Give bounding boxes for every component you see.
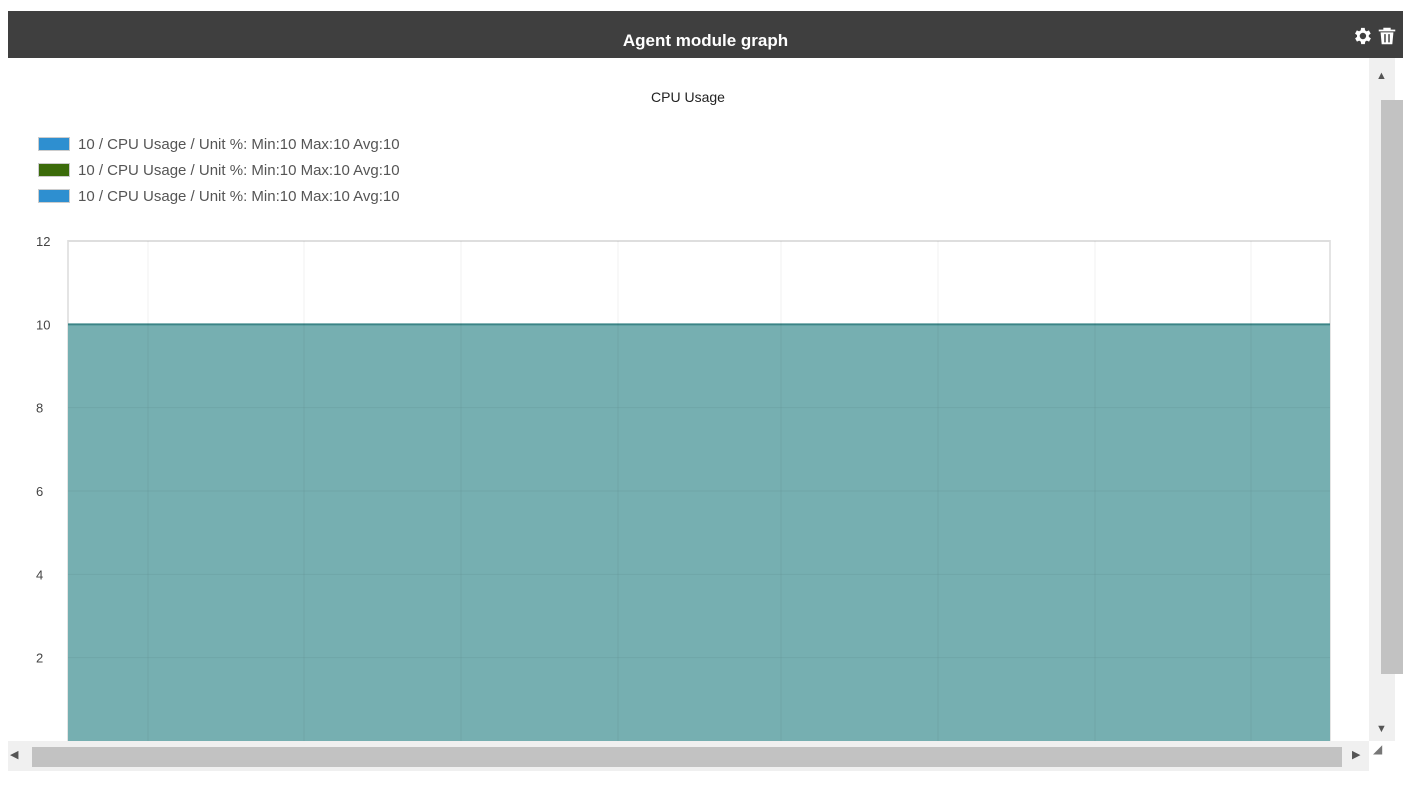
agent-module-graph-widget: Agent module graph CPU Usage 10 / CPU Us… bbox=[8, 11, 1403, 771]
scroll-up-arrow-icon[interactable]: ▲ bbox=[1376, 70, 1387, 82]
scroll-down-arrow-icon[interactable]: ▼ bbox=[1376, 723, 1387, 735]
y-tick-label: 10 bbox=[36, 317, 50, 332]
vertical-scroll-thumb[interactable] bbox=[1381, 100, 1403, 674]
scroll-left-arrow-icon[interactable]: ◀ bbox=[10, 748, 18, 761]
y-tick-label: 6 bbox=[36, 484, 43, 499]
trash-icon[interactable] bbox=[1376, 25, 1398, 47]
gear-icon[interactable] bbox=[1351, 25, 1373, 47]
widget-titlebar: Agent module graph bbox=[8, 11, 1403, 58]
scroll-right-arrow-icon[interactable]: ▶ bbox=[1352, 748, 1360, 761]
y-tick-label: 4 bbox=[36, 567, 43, 582]
y-tick-label: 12 bbox=[36, 234, 50, 249]
y-tick-label: 8 bbox=[36, 401, 43, 416]
chart-plot: 2 4 6 8 10 12 bbox=[36, 234, 1331, 741]
resize-grip-icon[interactable]: ◢ bbox=[1373, 742, 1382, 756]
horizontal-scroll-thumb[interactable] bbox=[32, 747, 1342, 767]
widget-content: CPU Usage 10 / CPU Usage / Unit %: Min:1… bbox=[8, 58, 1403, 771]
y-tick-label: 2 bbox=[36, 651, 43, 666]
series-area bbox=[68, 324, 1330, 741]
widget-title: Agent module graph bbox=[622, 31, 789, 50]
